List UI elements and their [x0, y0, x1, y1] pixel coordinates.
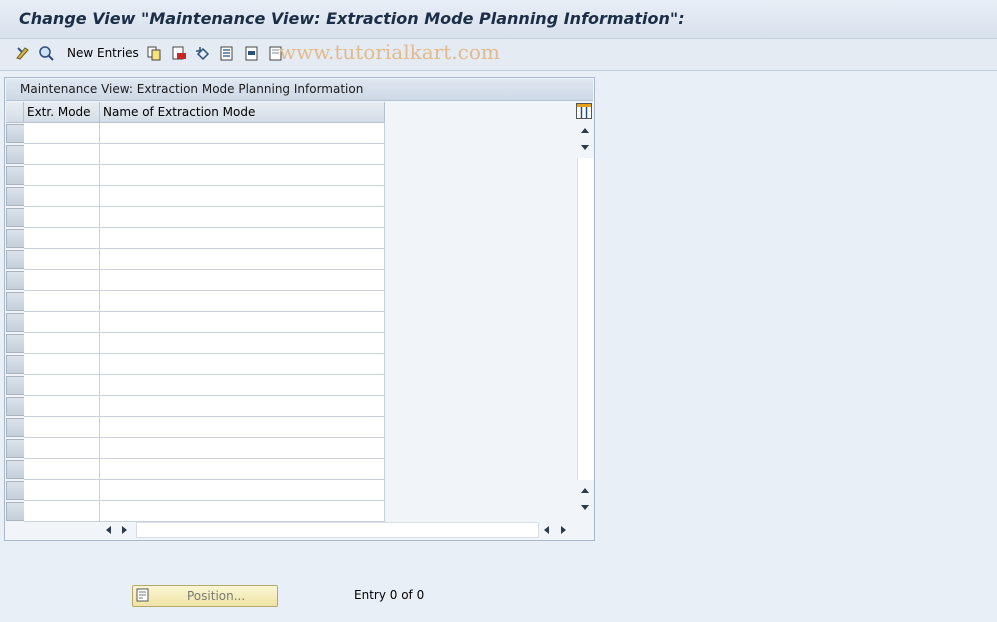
scroll-left-arrow-icon[interactable] — [104, 525, 112, 535]
row-selector[interactable] — [6, 355, 25, 374]
row-selector[interactable] — [6, 166, 25, 185]
extr-mode-cell[interactable] — [24, 375, 100, 396]
name-of-extraction-mode-cell[interactable] — [100, 186, 385, 207]
name-of-extraction-mode-cell[interactable] — [100, 207, 385, 228]
row-selector[interactable] — [6, 208, 25, 227]
name-of-extraction-mode-cell[interactable] — [100, 123, 385, 144]
name-of-extraction-mode-cell[interactable] — [100, 438, 385, 459]
application-toolbar: New Entries www.tutorialkart.com — [0, 39, 997, 71]
row-selector[interactable] — [6, 502, 25, 521]
extr-mode-cell[interactable] — [24, 459, 100, 480]
extr-mode-cell[interactable] — [24, 207, 100, 228]
table-title: Maintenance View: Extraction Mode Planni… — [20, 82, 364, 96]
extr-mode-cell[interactable] — [24, 417, 100, 438]
column-header-name-of-extraction-mode[interactable]: Name of Extraction Mode — [100, 102, 385, 123]
position-button[interactable]: Position... — [132, 585, 278, 607]
extr-mode-cell[interactable] — [24, 312, 100, 333]
name-of-extraction-mode-cell[interactable] — [100, 396, 385, 417]
display-change-icon[interactable] — [15, 45, 31, 61]
scroll-track[interactable] — [577, 158, 594, 480]
extr-mode-cell[interactable] — [24, 270, 100, 291]
row-selector[interactable] — [6, 250, 25, 269]
extr-mode-cell[interactable] — [24, 333, 100, 354]
horizontal-scroll-track[interactable] — [136, 522, 539, 538]
row-selector[interactable] — [6, 376, 25, 395]
column-header-label: Extr. Mode — [27, 105, 91, 119]
extr-mode-cell[interactable] — [24, 165, 100, 186]
horizontal-scrollbar[interactable] — [100, 522, 570, 538]
row-selector[interactable] — [6, 292, 25, 311]
extr-mode-cell[interactable] — [24, 228, 100, 249]
row-selector[interactable] — [6, 187, 25, 206]
extr-mode-cell[interactable] — [24, 396, 100, 417]
name-of-extraction-mode-cell[interactable] — [100, 165, 385, 186]
extr-mode-cell[interactable] — [24, 144, 100, 165]
row-selector[interactable] — [6, 397, 25, 416]
name-of-extraction-mode-cell[interactable] — [100, 354, 385, 375]
extr-mode-cell[interactable] — [24, 186, 100, 207]
select-block-icon[interactable] — [244, 45, 260, 61]
vertical-scrollbar[interactable] — [577, 102, 594, 519]
extr-mode-cell[interactable] — [24, 249, 100, 270]
scroll-page-up-arrow-icon[interactable] — [580, 486, 590, 494]
scroll-down-arrow-icon[interactable] — [580, 144, 590, 152]
row-selector[interactable] — [6, 313, 25, 332]
extr-mode-cell[interactable] — [24, 438, 100, 459]
select-all-icon[interactable] — [219, 45, 235, 61]
extr-mode-cell[interactable] — [24, 480, 100, 501]
extr-mode-cell[interactable] — [24, 354, 100, 375]
page-title: Change View "Maintenance View: Extractio… — [19, 9, 685, 28]
position-icon — [136, 588, 149, 602]
delete-icon[interactable] — [171, 45, 187, 61]
watermark-text: www.tutorialkart.com — [279, 40, 500, 64]
scroll-far-left-arrow-icon[interactable] — [542, 525, 550, 535]
row-selector[interactable] — [6, 229, 25, 248]
name-of-extraction-mode-cell[interactable] — [100, 333, 385, 354]
scroll-right-arrow-icon[interactable] — [121, 525, 129, 535]
find-icon[interactable] — [38, 45, 54, 61]
select-all-rows-header[interactable] — [6, 102, 24, 123]
name-of-extraction-mode-cell[interactable] — [100, 291, 385, 312]
extr-mode-cell[interactable] — [24, 123, 100, 144]
name-of-extraction-mode-cell[interactable] — [100, 480, 385, 501]
scroll-up-arrow-icon[interactable] — [580, 126, 590, 134]
row-selector[interactable] — [6, 145, 25, 164]
name-of-extraction-mode-cell[interactable] — [100, 228, 385, 249]
row-selector[interactable] — [6, 271, 25, 290]
name-of-extraction-mode-cell[interactable] — [100, 312, 385, 333]
name-of-extraction-mode-cell[interactable] — [100, 144, 385, 165]
scroll-page-down-arrow-icon[interactable] — [580, 504, 590, 512]
row-selector[interactable] — [6, 439, 25, 458]
new-entries-button[interactable]: New Entries — [67, 46, 139, 60]
scroll-far-right-arrow-icon[interactable] — [560, 525, 568, 535]
row-selector[interactable] — [6, 481, 25, 500]
column-header-extr-mode[interactable]: Extr. Mode — [24, 102, 100, 123]
position-button-label: Position... — [187, 589, 246, 603]
row-selector[interactable] — [6, 124, 25, 143]
entry-counter: Entry 0 of 0 — [354, 588, 425, 602]
undo-icon[interactable] — [195, 45, 211, 61]
table-title-bar: Maintenance View: Extraction Mode Planni… — [6, 79, 593, 101]
row-selector[interactable] — [6, 418, 25, 437]
name-of-extraction-mode-cell[interactable] — [100, 249, 385, 270]
name-of-extraction-mode-cell[interactable] — [100, 501, 385, 522]
column-header-label: Name of Extraction Mode — [103, 105, 256, 119]
title-bar: Change View "Maintenance View: Extractio… — [0, 0, 997, 39]
copy-icon[interactable] — [146, 45, 162, 61]
name-of-extraction-mode-cell[interactable] — [100, 270, 385, 291]
extr-mode-cell[interactable] — [24, 501, 100, 522]
name-of-extraction-mode-cell[interactable] — [100, 459, 385, 480]
row-selector[interactable] — [6, 460, 25, 479]
maintenance-table-control: Maintenance View: Extraction Mode Planni… — [4, 77, 595, 541]
row-selector[interactable] — [6, 334, 25, 353]
name-of-extraction-mode-cell[interactable] — [100, 417, 385, 438]
extr-mode-cell[interactable] — [24, 291, 100, 312]
name-of-extraction-mode-cell[interactable] — [100, 375, 385, 396]
